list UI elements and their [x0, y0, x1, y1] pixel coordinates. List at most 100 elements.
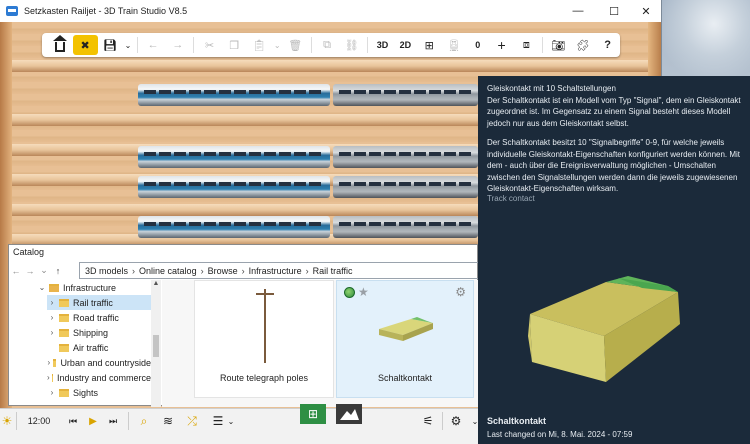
minimize-button[interactable]: — — [560, 0, 596, 22]
folder-icon — [59, 388, 69, 397]
tools-button[interactable]: ✖ — [72, 35, 98, 55]
play-icon[interactable]: ▶ — [86, 412, 100, 430]
train-model[interactable] — [333, 216, 478, 238]
train-model[interactable] — [138, 216, 330, 238]
window-button[interactable]: ⧈ — [514, 35, 539, 55]
list-icon[interactable]: ☰ — [210, 412, 226, 430]
favorite-star-icon[interactable]: ★ — [358, 285, 369, 299]
puzzle-button[interactable]: 🧩︎ — [570, 35, 595, 55]
camera-button[interactable]: 📷︎ — [546, 35, 571, 55]
gear-icon[interactable]: ⚙ — [455, 285, 466, 299]
chevron-right-icon[interactable]: › — [47, 388, 57, 397]
model-category: Track contact — [487, 194, 535, 203]
grid-button[interactable]: ⊞ — [417, 35, 442, 55]
delete-button[interactable]: 🗑︎ — [283, 35, 308, 55]
title-bar[interactable]: Setzkasten Railjet - 3D Train Studio V8.… — [0, 0, 661, 22]
save-menu-button[interactable]: ⌄ — [122, 35, 133, 55]
catalog-item-schaltkontakt[interactable]: ★ ⚙ Schaltkontakt — [336, 280, 474, 398]
chevron-right-icon: › — [241, 265, 245, 276]
up-button[interactable]: ↑ — [51, 266, 65, 276]
view-2d-button[interactable]: 2D — [394, 35, 417, 55]
breadcrumb-item[interactable]: 3D models — [85, 266, 128, 276]
add-button[interactable]: + — [489, 35, 514, 55]
tree-item-infrastructure[interactable]: ⌄ Infrastructure — [37, 280, 151, 295]
close-button[interactable]: ✕ — [628, 0, 661, 22]
save-button[interactable]: 💾︎ — [98, 35, 123, 55]
forward-button[interactable]: → — [23, 266, 37, 276]
chevron-right-icon[interactable]: › — [47, 373, 50, 382]
link-icon: ⛓︎ — [344, 39, 359, 52]
app-icon — [6, 6, 18, 16]
search-icon[interactable]: ⌕ — [136, 412, 152, 430]
tree-item-road-traffic[interactable]: › Road traffic — [47, 310, 151, 325]
grid-icon: ⊞ — [424, 39, 434, 52]
skip-back-icon[interactable]: ⏮ — [66, 412, 80, 430]
catalog-nav-row: ← → ⌄ ↑ 3D models › Online catalog › Brows… — [9, 262, 479, 279]
scroll-up-icon[interactable]: ▲ — [151, 280, 161, 290]
paste-button[interactable]: 📋︎ — [247, 35, 272, 55]
train-model[interactable] — [138, 84, 330, 106]
model-preview[interactable] — [518, 266, 718, 386]
chevron-right-icon[interactable]: › — [47, 358, 51, 367]
chevron-down-icon[interactable]: ⌄ — [37, 283, 47, 292]
gear-icon[interactable]: ⚙ — [448, 412, 464, 430]
tools-icon: ✖ — [80, 39, 90, 52]
time-display[interactable]: 12:00 — [22, 412, 56, 430]
history-button[interactable]: ⌄ — [37, 265, 51, 276]
terrain-button[interactable] — [336, 404, 362, 424]
scrollbar-thumb[interactable] — [153, 335, 159, 357]
home-button[interactable] — [48, 34, 73, 55]
tree-item-urban-countryside[interactable]: › Urban and countryside — [47, 355, 151, 370]
train-model[interactable] — [333, 146, 478, 168]
chevron-right-icon[interactable]: › — [47, 313, 57, 322]
group-button[interactable]: ⧉ — [315, 35, 340, 55]
breadcrumb-item[interactable]: Online catalog — [139, 266, 197, 276]
cut-button[interactable]: ✂ — [197, 35, 222, 55]
chevron-right-icon[interactable]: › — [47, 298, 57, 307]
chevron-down-icon: ⌄ — [273, 40, 281, 50]
tree-scrollbar[interactable] — [151, 280, 161, 407]
train-model[interactable] — [333, 84, 478, 106]
camera-icon: 📷︎ — [551, 39, 566, 52]
tree-item-air-traffic[interactable]: Air traffic — [47, 340, 151, 355]
delete-icon: 🗑︎ — [288, 39, 303, 52]
model-description: Gleiskontakt mit 10 Schaltstellungen Der … — [487, 83, 745, 203]
undo-button[interactable]: ← — [141, 35, 166, 55]
copy-button[interactable]: ❐ — [222, 35, 247, 55]
view-3d-button[interactable]: 3D — [371, 35, 394, 55]
paste-menu-button[interactable]: ⌄ — [271, 35, 282, 55]
layers-icon[interactable]: ≋ — [160, 412, 176, 430]
shuffle-icon[interactable]: ⤮ — [184, 412, 200, 430]
skip-forward-icon[interactable]: ⏭ — [106, 412, 120, 430]
folder-icon — [59, 328, 69, 337]
breadcrumb[interactable]: 3D models › Online catalog › Browse › Infra… — [79, 262, 479, 279]
breadcrumb-item[interactable]: Rail traffic — [313, 266, 353, 276]
catalog-toggle-button[interactable]: ⊞ — [300, 404, 326, 424]
tree-item-sights[interactable]: › Sights — [47, 385, 151, 400]
tree-item-shipping[interactable]: › Shipping — [47, 325, 151, 340]
group-icon: ⧉ — [323, 38, 331, 51]
link-button[interactable]: ⛓︎ — [339, 35, 364, 55]
shelf-board — [12, 60, 648, 72]
catalog-title: Catalog — [13, 247, 45, 257]
sliders-icon[interactable]: ⚟ — [420, 412, 436, 430]
train-model[interactable] — [138, 146, 330, 168]
cut-icon: ✂ — [204, 39, 215, 52]
breadcrumb-item[interactable]: Browse — [208, 266, 238, 276]
sun-icon[interactable]: ☀ — [0, 412, 14, 430]
help-button[interactable]: ? — [595, 35, 620, 55]
chevron-right-icon[interactable]: › — [47, 328, 57, 337]
train-model[interactable] — [333, 176, 478, 198]
breadcrumb-item[interactable]: Infrastructure — [249, 266, 302, 276]
main-toolbar: ✖ 💾︎ ⌄ ← → ✂ ❐ 📋︎ ⌄ 🗑︎ ⧉ ⛓︎ 3D 2D ⊞ 🚆︎ 0… — [42, 33, 620, 57]
maximize-button[interactable]: ☐ — [596, 0, 632, 22]
train-model[interactable] — [138, 176, 330, 198]
back-button[interactable]: ← — [9, 266, 23, 276]
desktop-background — [660, 0, 750, 80]
tree-item-rail-traffic[interactable]: › Rail traffic — [47, 295, 151, 310]
redo-button[interactable]: → — [165, 35, 190, 55]
catalog-item-route-telegraph-poles[interactable]: Route telegraph poles — [194, 280, 334, 398]
tree-item-industry-commerce[interactable]: › Industry and commerce — [47, 370, 151, 385]
chevron-down-icon[interactable]: ⌄ — [226, 412, 236, 430]
train-button[interactable]: 🚆︎ — [442, 35, 467, 55]
